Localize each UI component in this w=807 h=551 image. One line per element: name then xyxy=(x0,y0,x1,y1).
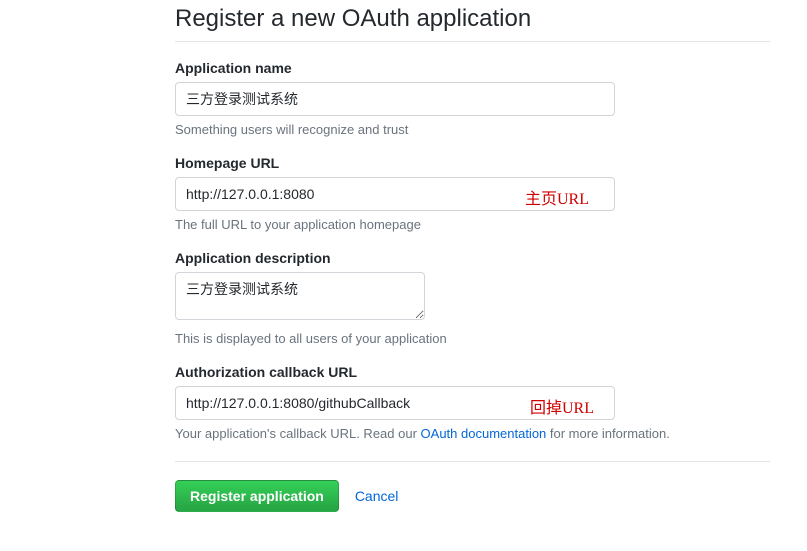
app-name-help: Something users will recognize and trust xyxy=(175,122,770,137)
homepage-url-help: The full URL to your application homepag… xyxy=(175,217,770,232)
homepage-url-label: Homepage URL xyxy=(175,155,770,171)
homepage-url-group: Homepage URL 主页URL The full URL to your … xyxy=(175,155,770,232)
homepage-url-input[interactable] xyxy=(175,177,615,211)
cancel-button[interactable]: Cancel xyxy=(355,488,399,504)
form-actions: Register application Cancel xyxy=(175,480,770,512)
page-title: Register a new OAuth application xyxy=(175,5,770,42)
app-description-group: Application description 三方登录测试系统 This is… xyxy=(175,250,770,346)
app-name-group: Application name Something users will re… xyxy=(175,60,770,137)
callback-url-label: Authorization callback URL xyxy=(175,364,770,380)
callback-url-help: Your application's callback URL. Read ou… xyxy=(175,426,770,441)
oauth-documentation-link[interactable]: OAuth documentation xyxy=(421,426,547,441)
divider xyxy=(175,461,770,462)
app-description-label: Application description xyxy=(175,250,770,266)
app-name-label: Application name xyxy=(175,60,770,76)
callback-help-suffix: for more information. xyxy=(546,426,670,441)
app-description-help: This is displayed to all users of your a… xyxy=(175,331,770,346)
callback-help-prefix: Your application's callback URL. Read ou… xyxy=(175,426,421,441)
app-description-textarea[interactable]: 三方登录测试系统 xyxy=(175,272,425,320)
callback-url-group: Authorization callback URL 回掉URL Your ap… xyxy=(175,364,770,441)
app-name-input[interactable] xyxy=(175,82,615,116)
callback-url-input[interactable] xyxy=(175,386,615,420)
register-application-button[interactable]: Register application xyxy=(175,480,339,512)
